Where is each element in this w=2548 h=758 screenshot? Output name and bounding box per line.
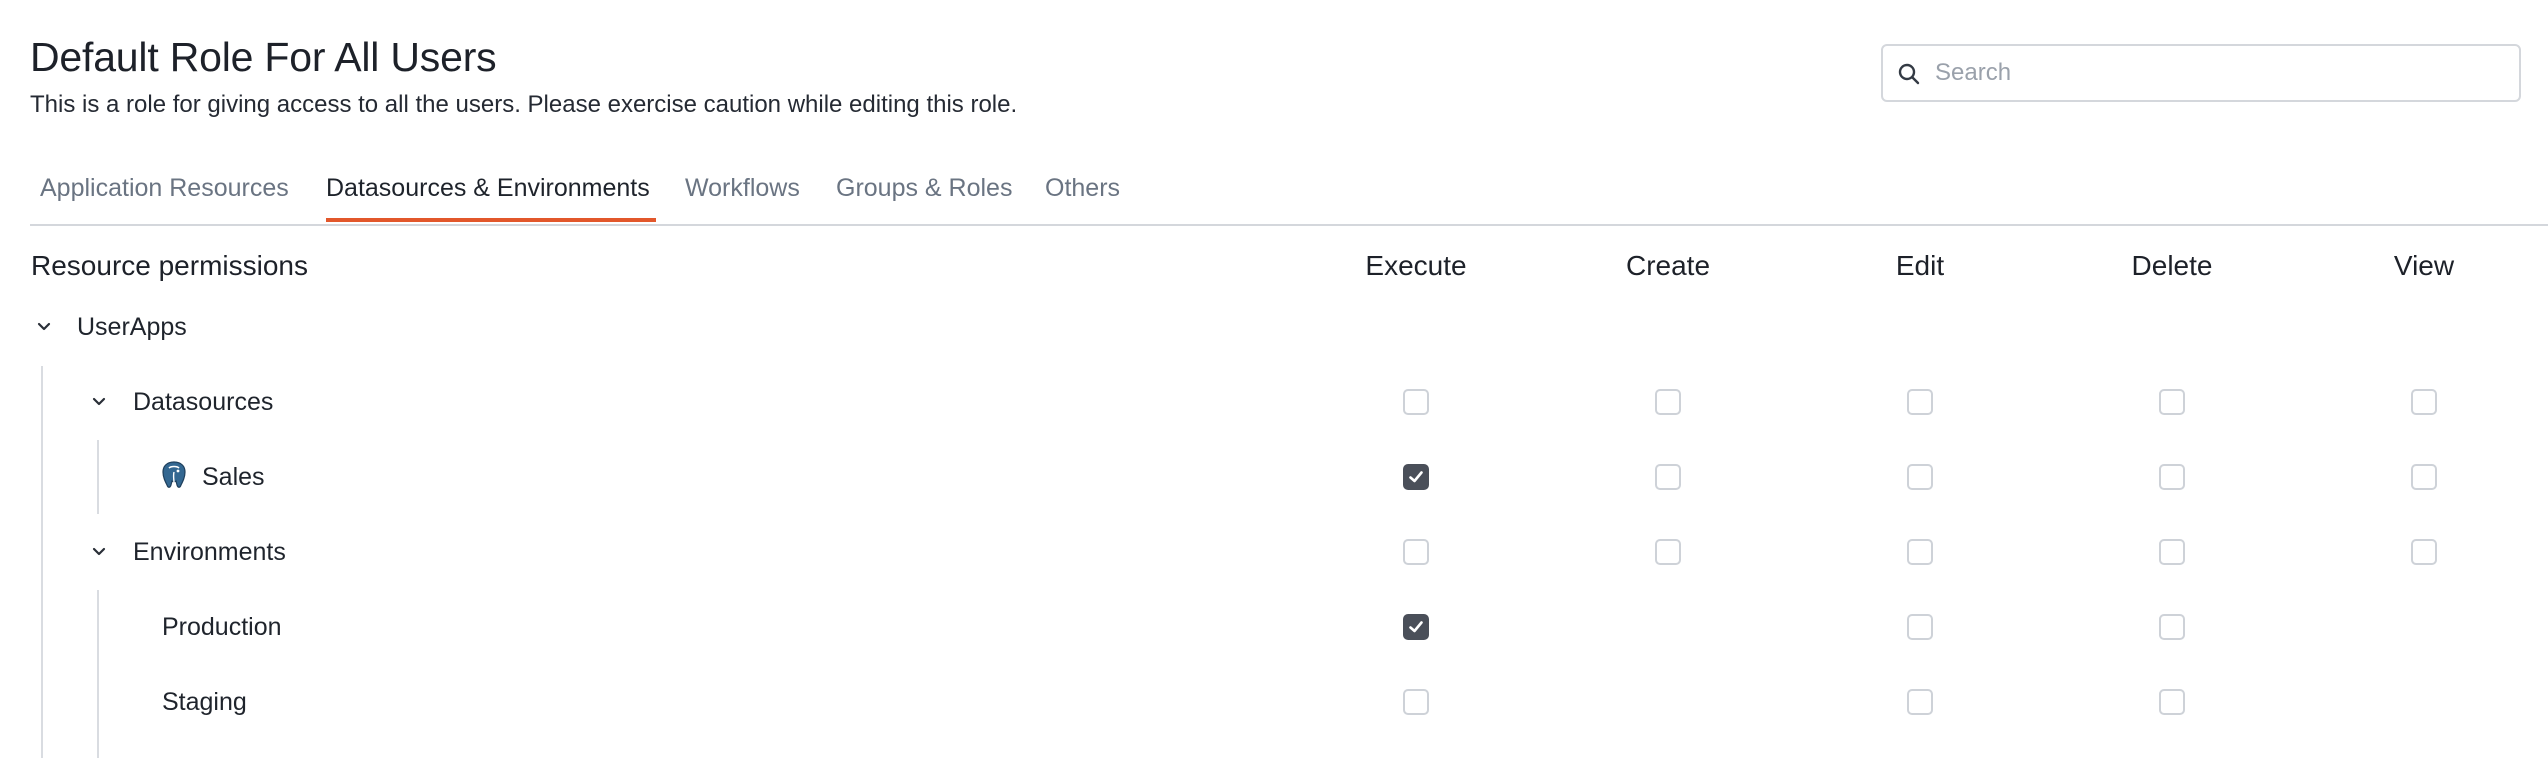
checkbox-staging-delete[interactable]	[2159, 689, 2185, 715]
tree-row-sales[interactable]: Sales	[202, 463, 265, 492]
search-box[interactable]	[1881, 44, 2521, 102]
checkbox-sales-delete[interactable]	[2159, 464, 2185, 490]
checkmark-icon	[1409, 621, 1423, 633]
tree-row-production[interactable]: Production	[162, 613, 282, 642]
tree-row-environments[interactable]: Environments	[133, 538, 286, 567]
checkbox-environments-create[interactable]	[1655, 539, 1681, 565]
checkbox-production-execute[interactable]	[1403, 614, 1429, 640]
page-title: Default Role For All Users	[30, 34, 497, 80]
column-header-delete: Delete	[2131, 250, 2213, 281]
checkbox-sales-create[interactable]	[1655, 464, 1681, 490]
page-subtitle: This is a role for giving access to all …	[30, 91, 1018, 118]
chevron-down-icon[interactable]	[91, 394, 107, 410]
postgres-elephant-icon	[162, 461, 186, 488]
search-input[interactable]	[1935, 46, 2505, 100]
checkbox-staging-edit[interactable]	[1907, 689, 1933, 715]
checkbox-production-edit[interactable]	[1907, 614, 1933, 640]
checkbox-environments-execute[interactable]	[1403, 539, 1429, 565]
checkbox-datasources-view[interactable]	[2411, 389, 2437, 415]
resource-permissions-header: Resource permissions	[31, 250, 308, 281]
tab-groups-roles[interactable]: Groups & Roles	[836, 158, 1012, 222]
tab-workflows[interactable]: Workflows	[685, 158, 800, 222]
tab-application-resources[interactable]: Application Resources	[40, 158, 289, 222]
checkmark-icon	[1409, 471, 1423, 483]
checkbox-datasources-create[interactable]	[1655, 389, 1681, 415]
tree-guide-line	[97, 440, 99, 514]
checkbox-staging-execute[interactable]	[1403, 689, 1429, 715]
checkbox-datasources-delete[interactable]	[2159, 389, 2185, 415]
checkbox-sales-edit[interactable]	[1907, 464, 1933, 490]
chevron-down-icon[interactable]	[36, 319, 52, 335]
checkbox-production-delete[interactable]	[2159, 614, 2185, 640]
tree-row-staging[interactable]: Staging	[162, 688, 247, 717]
checkbox-sales-execute[interactable]	[1403, 464, 1429, 490]
tree-row-userapps[interactable]: UserApps	[77, 313, 187, 342]
column-header-view: View	[2393, 250, 2455, 281]
chevron-down-icon[interactable]	[91, 544, 107, 560]
tree-row-datasources[interactable]: Datasources	[133, 388, 273, 417]
column-header-execute: Execute	[1365, 250, 1467, 281]
checkbox-datasources-execute[interactable]	[1403, 389, 1429, 415]
checkbox-sales-view[interactable]	[2411, 464, 2437, 490]
checkbox-datasources-edit[interactable]	[1907, 389, 1933, 415]
tab-others[interactable]: Others	[1045, 158, 1120, 222]
column-header-create: Create	[1625, 250, 1711, 281]
tree-guide-line	[97, 590, 99, 758]
search-icon	[1898, 63, 1920, 85]
checkbox-environments-view[interactable]	[2411, 539, 2437, 565]
checkbox-environments-delete[interactable]	[2159, 539, 2185, 565]
tab-bar: Application Resources Datasources & Envi…	[30, 158, 2548, 226]
tab-datasources-environments[interactable]: Datasources & Environments	[326, 158, 656, 222]
column-header-edit: Edit	[1895, 250, 1945, 281]
tree-guide-line	[41, 366, 43, 758]
checkbox-environments-edit[interactable]	[1907, 539, 1933, 565]
